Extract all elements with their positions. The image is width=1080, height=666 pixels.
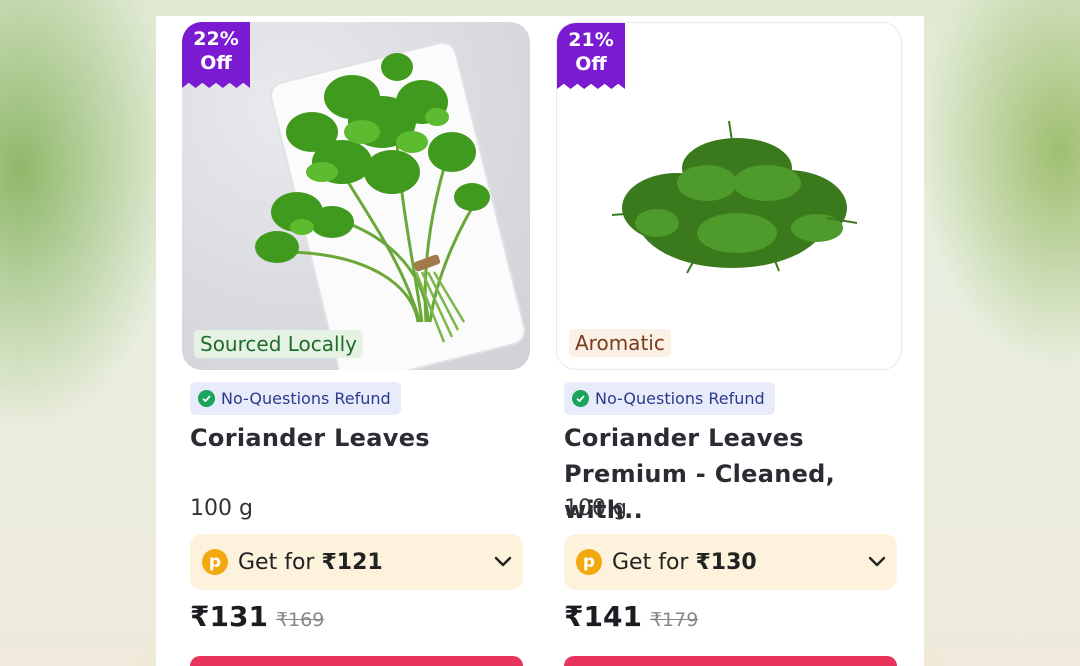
membership-price-label: Get for ₹121 bbox=[238, 550, 383, 575]
discount-badge: 22% Off bbox=[182, 22, 250, 88]
price-row: ₹131 ₹169 bbox=[190, 600, 324, 633]
chevron-down-icon[interactable] bbox=[493, 556, 513, 568]
selling-price: ₹141 bbox=[564, 600, 642, 633]
product-grid: 22% Off Sourced Locally No-Questions Ref… bbox=[156, 16, 924, 666]
membership-price-label: Get for ₹130 bbox=[612, 550, 757, 575]
product-tag: Sourced Locally bbox=[194, 330, 363, 358]
discount-percent: 21% bbox=[568, 29, 614, 51]
refund-badge: No-Questions Refund bbox=[190, 382, 401, 415]
membership-price: ₹121 bbox=[321, 549, 383, 575]
getfor-prefix: Get for bbox=[238, 549, 322, 575]
price-row: ₹141 ₹179 bbox=[564, 600, 698, 633]
refund-label: No-Questions Refund bbox=[595, 389, 765, 408]
refund-label: No-Questions Refund bbox=[221, 389, 391, 408]
selling-price: ₹131 bbox=[190, 600, 268, 633]
check-circle-icon bbox=[572, 390, 589, 407]
product-image[interactable]: 22% Off Sourced Locally bbox=[182, 22, 530, 370]
product-card[interactable]: 22% Off Sourced Locally No-Questions Ref… bbox=[182, 16, 530, 666]
product-card[interactable]: 21% Off Aromatic No-Questions Refund Cor… bbox=[556, 16, 902, 666]
getfor-prefix: Get for bbox=[612, 549, 696, 575]
membership-price-dropdown[interactable]: p Get for ₹130 bbox=[564, 534, 897, 590]
chevron-down-icon[interactable] bbox=[867, 556, 887, 568]
product-tag: Aromatic bbox=[569, 329, 671, 357]
discount-off-label: Off bbox=[575, 53, 607, 75]
p-coin-icon: p bbox=[202, 549, 228, 575]
refund-badge: No-Questions Refund bbox=[564, 382, 775, 415]
p-coin-icon: p bbox=[576, 549, 602, 575]
product-image[interactable]: 21% Off Aromatic bbox=[556, 22, 902, 370]
membership-price: ₹130 bbox=[695, 549, 757, 575]
product-weight: 100 g bbox=[190, 496, 253, 521]
add-to-cart-button[interactable] bbox=[190, 656, 523, 666]
discount-badge: 21% Off bbox=[557, 23, 625, 89]
discount-percent: 22% bbox=[193, 28, 239, 50]
product-weight: 100 g bbox=[564, 496, 627, 521]
product-name[interactable]: Coriander Leaves bbox=[190, 420, 530, 456]
membership-price-dropdown[interactable]: p Get for ₹121 bbox=[190, 534, 523, 590]
discount-off-label: Off bbox=[200, 52, 232, 74]
add-to-cart-button[interactable] bbox=[564, 656, 897, 666]
check-circle-icon bbox=[198, 390, 215, 407]
mrp-price: ₹169 bbox=[275, 609, 325, 631]
mrp-price: ₹179 bbox=[649, 609, 699, 631]
